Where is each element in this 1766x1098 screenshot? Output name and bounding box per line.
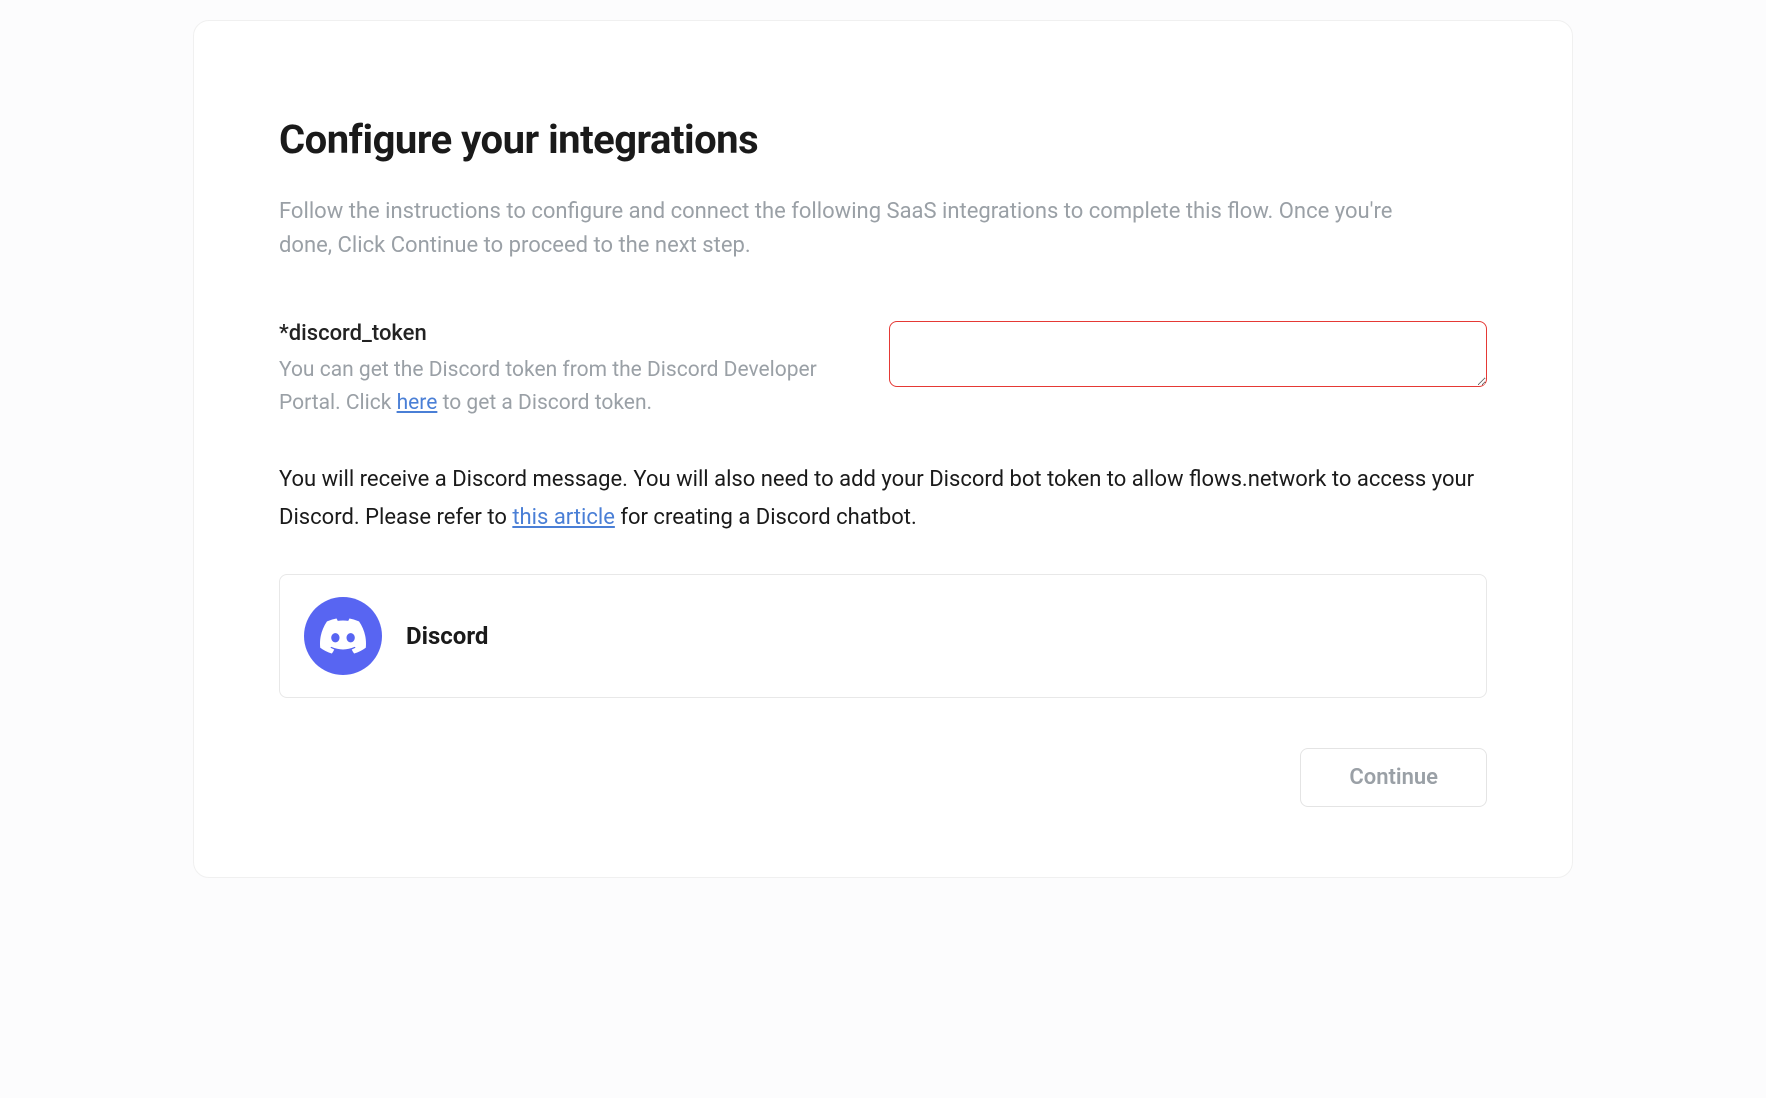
integration-card-discord[interactable]: Discord <box>279 574 1487 698</box>
page-subtitle: Follow the instructions to configure and… <box>279 195 1409 263</box>
continue-button[interactable]: Continue <box>1300 748 1487 807</box>
info-article-link[interactable]: this article <box>512 505 615 530</box>
token-help-link[interactable]: here <box>397 391 438 415</box>
token-field-help: You can get the Discord token from the D… <box>279 354 839 419</box>
token-field-description: *discord_token You can get the Discord t… <box>279 321 839 419</box>
config-card: Configure your integrations Follow the i… <box>193 20 1573 878</box>
discord-icon <box>304 597 382 675</box>
integration-name: Discord <box>406 622 488 650</box>
page-title: Configure your integrations <box>279 116 1487 163</box>
info-suffix: for creating a Discord chatbot. <box>615 505 917 530</box>
token-field-row: *discord_token You can get the Discord t… <box>279 321 1487 419</box>
info-text: You will receive a Discord message. You … <box>279 461 1487 536</box>
discord-logo-icon <box>320 613 366 659</box>
token-field-label: *discord_token <box>279 321 839 346</box>
actions-row: Continue <box>279 748 1487 807</box>
token-help-suffix: to get a Discord token. <box>437 391 652 415</box>
discord-token-input[interactable] <box>889 321 1487 387</box>
token-field-input-wrap <box>889 321 1487 391</box>
